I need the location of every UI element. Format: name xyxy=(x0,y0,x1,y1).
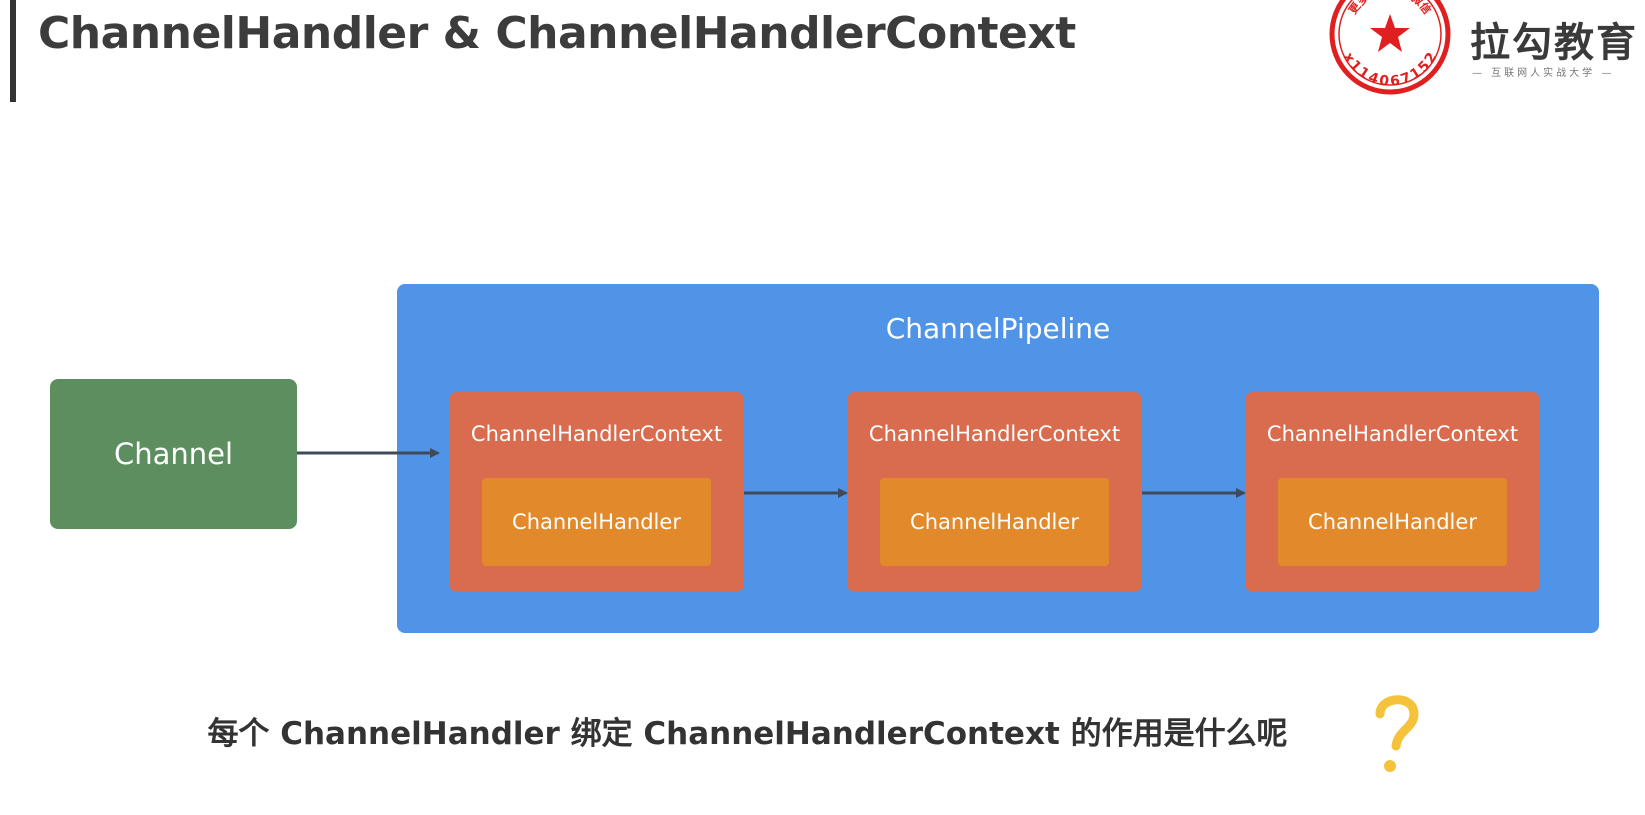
context-label: ChannelHandlerContext xyxy=(868,422,1121,446)
handler-node-1: ChannelHandler xyxy=(482,478,711,566)
slide: ChannelHandler & ChannelHandlerContext 更… xyxy=(0,0,1645,815)
context-node-1: ChannelHandlerContext ChannelHandler xyxy=(449,392,744,592)
handler-node-3: ChannelHandler xyxy=(1278,478,1507,566)
svg-text:更多资源请+微信: 更多资源请+微信 xyxy=(1346,0,1434,17)
context-node-2: ChannelHandlerContext ChannelHandler xyxy=(847,392,1142,592)
pipeline-label: ChannelPipeline xyxy=(885,312,1111,345)
handler-label: ChannelHandler xyxy=(1308,510,1477,534)
channel-node: Channel xyxy=(50,379,297,529)
handler-label: ChannelHandler xyxy=(512,510,681,534)
red-star-seal-icon: 更多资源请+微信 x114067152 xyxy=(1329,0,1451,95)
handler-node-2: ChannelHandler xyxy=(880,478,1109,566)
title-accent-bar xyxy=(10,0,16,102)
question-text: 每个 ChannelHandler 绑定 ChannelHandlerConte… xyxy=(207,716,1288,752)
seal-text-top: 更多资源请+微信 xyxy=(1346,0,1434,17)
context-node-3: ChannelHandlerContext ChannelHandler xyxy=(1245,392,1540,592)
channel-label: Channel xyxy=(113,437,234,471)
brand-name: 拉勾教育 xyxy=(1470,20,1638,66)
page-title: ChannelHandler & ChannelHandlerContext xyxy=(38,8,1076,59)
channel-pipeline-node: ChannelPipeline ChannelHandlerContext Ch… xyxy=(397,284,1599,633)
context-label: ChannelHandlerContext xyxy=(470,422,723,446)
question-mark-icon xyxy=(1375,695,1419,772)
svg-text:x114067152: x114067152 xyxy=(1340,50,1441,90)
brand-slogan: — 互联网人实战大学 — xyxy=(1472,68,1615,79)
handler-label: ChannelHandler xyxy=(910,510,1079,534)
seal-text-bottom: x114067152 xyxy=(1340,50,1441,90)
context-label: ChannelHandlerContext xyxy=(1266,422,1519,446)
